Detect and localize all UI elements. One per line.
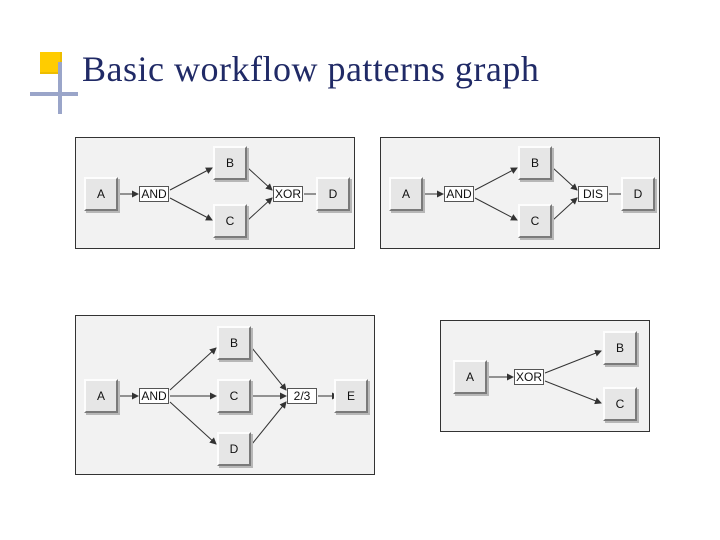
node-c: C [213,204,247,238]
workflow-panel-1: A AND B C XOR D [75,137,355,249]
node-b: B [217,326,251,360]
op-and: AND [139,186,169,202]
bullet-cross-h [30,92,78,96]
node-e: E [334,379,368,413]
node-d: D [621,177,655,211]
node-b: B [518,146,552,180]
op-2of3: 2/3 [287,388,317,404]
op-dis: DIS [578,186,608,202]
op-xor: XOR [514,369,544,385]
op-and: AND [444,186,474,202]
node-c: C [217,379,251,413]
workflow-panel-3: A AND B C D 2/3 E [75,315,375,475]
op-and: AND [139,388,169,404]
op-xor: XOR [273,186,303,202]
slide-title: Basic workflow patterns graph [82,48,539,90]
node-c: C [603,387,637,421]
node-a: A [389,177,423,211]
node-b: B [213,146,247,180]
bullet-cross-v [58,62,62,114]
node-d: D [316,177,350,211]
node-a: A [453,360,487,394]
node-c: C [518,204,552,238]
node-d: D [217,432,251,466]
node-b: B [603,331,637,365]
workflow-panel-2: A AND B C DIS D [380,137,660,249]
node-a: A [84,177,118,211]
node-a: A [84,379,118,413]
workflow-panel-4: A XOR B C [440,320,650,432]
